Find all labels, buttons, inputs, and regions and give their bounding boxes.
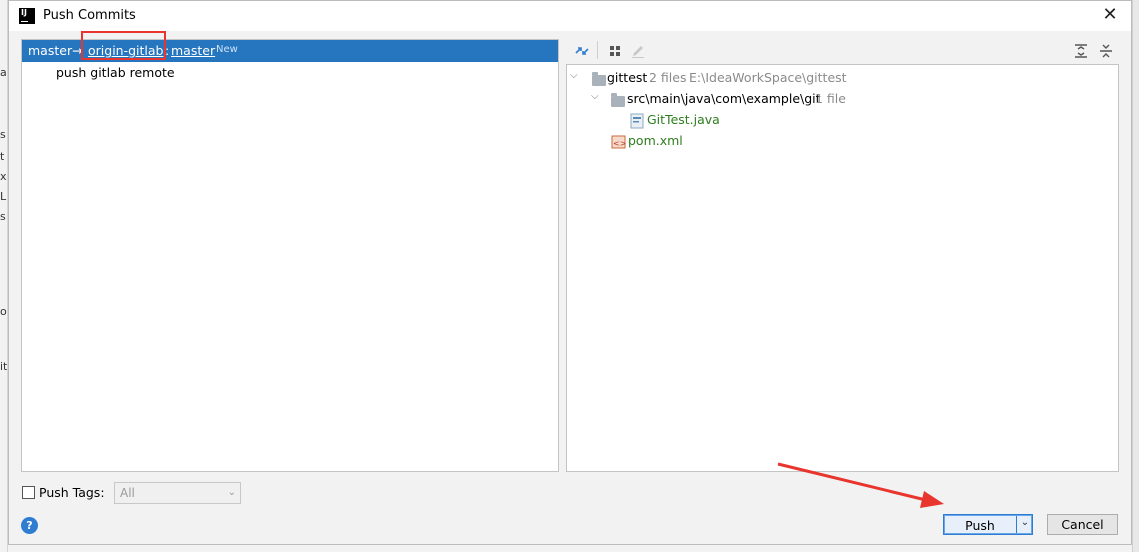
root-file-count: 2 files	[649, 70, 687, 85]
annotation-highlight-box	[81, 31, 166, 60]
close-icon[interactable]: ✕	[1101, 6, 1119, 24]
push-commits-dialog: IJ Push Commits ✕ master → origin-gitlab…	[8, 0, 1132, 545]
collapse-all-icon[interactable]	[1098, 43, 1114, 59]
commits-panel: master → origin-gitlab : master New push…	[21, 31, 559, 472]
help-icon[interactable]: ?	[21, 517, 38, 534]
push-button[interactable]: Push ⌄	[943, 514, 1033, 535]
push-tags-select[interactable]: All ⌄	[114, 482, 241, 504]
ide-left-edge: a s t x Li s ol it	[0, 0, 8, 552]
ide-fragment: s	[0, 210, 6, 223]
file-name: GitTest.java	[647, 112, 720, 127]
remote-branch-link[interactable]: master	[171, 43, 215, 58]
push-tags-label: Push Tags:	[39, 485, 105, 500]
file-name: pom.xml	[628, 133, 683, 148]
ide-fragment: Li	[0, 190, 7, 203]
expand-all-icon[interactable]	[1073, 43, 1089, 59]
dialog-title: Push Commits	[43, 8, 136, 23]
changes-toolbar	[568, 39, 1119, 63]
java-file-icon	[630, 113, 644, 129]
split-divider	[1016, 516, 1017, 533]
root-path: E:\IdeaWorkSpace\gittest	[689, 70, 847, 85]
local-branch: master	[28, 43, 73, 58]
title-bar: IJ Push Commits ✕	[9, 1, 1131, 31]
ide-fragment: ol	[0, 305, 7, 318]
ide-fragment: a	[0, 66, 7, 79]
chevron-down-icon[interactable]: ⌄	[1018, 517, 1032, 533]
edit-icon[interactable]	[630, 43, 646, 59]
folder-file-count: 1 file	[815, 91, 846, 106]
cancel-button[interactable]: Cancel	[1047, 514, 1118, 535]
module-folder-icon	[592, 72, 606, 86]
chevron-down-icon[interactable]: ⌵	[591, 91, 599, 102]
push-tags-checkbox[interactable]	[22, 486, 35, 499]
ide-right-edge	[1132, 0, 1139, 552]
ide-fragment: s	[0, 128, 6, 141]
changes-tree: ⌵ gittest 2 files E:\IdeaWorkSpace\gitte…	[566, 64, 1119, 472]
ide-fragment: x	[0, 170, 7, 183]
folder-name: src\main\java\com\example\git	[627, 91, 821, 106]
svg-text:<>: <>	[613, 139, 626, 148]
annotation-arrow-icon	[777, 462, 944, 508]
dialog-footer: Push Tags: All ⌄ ? Push ⌄ Cancel	[9, 479, 1131, 546]
branch-row[interactable]: master → origin-gitlab : master New	[22, 31, 558, 62]
chevron-down-icon[interactable]: ⌵	[570, 70, 578, 81]
maven-file-icon: <>	[611, 135, 626, 149]
folder-icon	[611, 93, 625, 107]
commit-item[interactable]: push gitlab remote	[56, 65, 175, 80]
ide-fragment: it	[0, 360, 8, 373]
collapse-arrows-icon[interactable]	[574, 43, 590, 59]
toolbar-separator	[597, 41, 598, 59]
ide-fragment: t	[0, 150, 5, 163]
new-badge: New	[216, 44, 238, 55]
intellij-logo-icon: IJ	[19, 8, 35, 24]
root-name: gittest	[607, 70, 648, 85]
push-tags-select-value: All	[120, 486, 135, 500]
group-by-icon[interactable]	[608, 43, 624, 59]
push-button-label: Push	[965, 518, 995, 533]
chevron-down-icon: ⌄	[227, 487, 236, 498]
